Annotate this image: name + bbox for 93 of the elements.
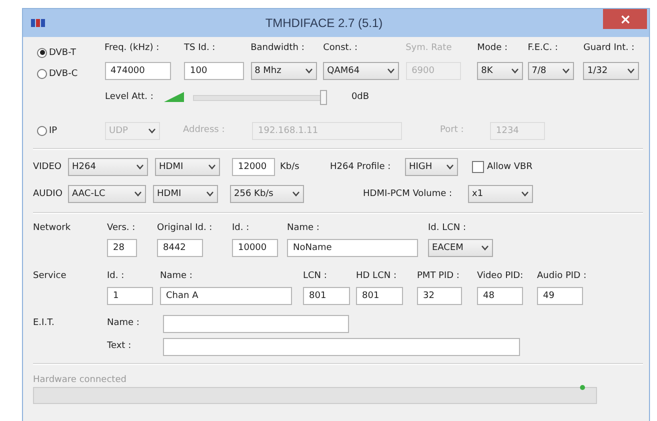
field-label: HD LCN : (356, 270, 398, 283)
window-title: TMHDIFACE 2.7 (5.1) (264, 16, 384, 30)
caret-icon (387, 68, 396, 74)
radio-dot[interactable] (37, 48, 47, 58)
text-field[interactable]: NoName (287, 239, 418, 257)
close-button[interactable] (603, 9, 647, 29)
radio-button[interactable]: DVB-C (33, 67, 105, 80)
dropdown[interactable]: x1 (468, 185, 533, 203)
field-label: Address : (183, 124, 226, 137)
text-field[interactable] (163, 338, 520, 356)
dropdown[interactable]: EACEM (428, 239, 493, 257)
field-label: Name : (107, 317, 140, 330)
text-field[interactable]: 1 (107, 287, 153, 305)
field-label: PMT PID : (417, 270, 460, 283)
text-field[interactable]: 801 (303, 287, 350, 305)
field-label: Name : (160, 270, 194, 283)
text-field[interactable]: 801 (356, 287, 403, 305)
dropdown[interactable]: 8 Mhz (250, 62, 317, 80)
caret-icon (304, 68, 313, 74)
section-label: E.I.T. (33, 317, 56, 330)
section-label: Service (33, 270, 68, 283)
field-label: Freq. (kHz) : (104, 42, 160, 55)
text-field[interactable]: Chan A (160, 287, 292, 305)
field-label: Sym. Rate (406, 42, 453, 55)
text-field[interactable]: 10000 (232, 239, 278, 257)
dropdown[interactable]: 1/32 (583, 62, 640, 80)
field-label: Mode : (477, 42, 509, 55)
radio-button[interactable]: IP (33, 124, 58, 137)
field-label: Bandwidth : (250, 42, 306, 55)
field-label: Text : (107, 340, 132, 353)
caret-icon (446, 164, 454, 170)
field-label: Audio PID : (537, 270, 588, 283)
caret-icon (292, 191, 300, 197)
field-label: Video PID: (477, 270, 524, 283)
field-label: Id. LCN : (428, 222, 468, 235)
caret-icon (521, 191, 529, 197)
dropdown[interactable]: AAC-LC (68, 185, 146, 203)
field-label: Id. : (107, 270, 126, 283)
caret-icon (148, 128, 156, 134)
radio-button[interactable]: DVB-T (33, 46, 105, 59)
status-text: Hardware connected (33, 375, 128, 385)
slider[interactable] (193, 90, 328, 104)
section-label: Network (33, 222, 72, 235)
allow-vbr-checkbox[interactable]: Allow VBR (472, 161, 532, 173)
radio-dot[interactable] (37, 126, 47, 136)
dropdown[interactable]: 7/8 (528, 62, 574, 80)
field-label: Port : (440, 124, 465, 137)
text-field[interactable]: 8442 (157, 239, 203, 257)
row-label: VIDEO (33, 162, 63, 172)
field-label: Original Id. : (157, 222, 214, 235)
text-field[interactable]: 12000 (232, 158, 275, 176)
field-label: F.E.C. : (528, 42, 559, 55)
caret-icon (481, 245, 489, 251)
field-label: Level Att. : (105, 90, 154, 104)
caret-icon (511, 68, 520, 74)
caret-icon (136, 164, 144, 170)
dropdown[interactable]: HDMI (153, 185, 218, 203)
field-label: LCN : (303, 270, 328, 283)
field-label: HDMI-PCM Volume : (363, 188, 454, 200)
text-field[interactable]: 474000 (104, 62, 171, 80)
field-label: H264 Profile : (330, 160, 392, 174)
field-label: TS Id. : (184, 42, 216, 55)
slider-thumb[interactable] (320, 90, 328, 104)
app-icon (31, 18, 45, 28)
field-label: Id. : (232, 222, 250, 235)
row-label: AUDIO (33, 189, 64, 199)
field-label: Name : (287, 222, 320, 235)
dropdown[interactable]: QAM64 (323, 62, 400, 80)
signal-wedge-icon (163, 91, 186, 103)
slider-reading: 0dB (351, 92, 370, 102)
caret-icon (134, 191, 142, 197)
dropdown[interactable]: 8K (477, 62, 524, 80)
caret-icon (562, 68, 570, 74)
dropdown[interactable]: 256 Kb/s (230, 185, 304, 203)
field-label: Const. : (323, 42, 359, 55)
caret-icon (208, 164, 216, 170)
unit-label: Kb/s (280, 160, 300, 174)
close-icon (620, 14, 630, 24)
field-label: Vers. : (107, 222, 136, 235)
text-field[interactable]: 48 (477, 287, 523, 305)
caret-icon (206, 191, 214, 197)
caret-icon (627, 68, 636, 74)
text-field[interactable]: 49 (537, 287, 583, 305)
text-field[interactable]: 32 (417, 287, 462, 305)
text-field[interactable]: 28 (107, 239, 137, 257)
dropdown[interactable]: HIGH (405, 158, 458, 176)
radio-dot[interactable] (37, 68, 47, 78)
dropdown[interactable]: HDMI (155, 158, 220, 176)
field-label: Guard Int. : (583, 42, 636, 55)
text-field[interactable] (163, 314, 349, 332)
text-field[interactable]: 100 (184, 62, 244, 80)
checkbox[interactable] (472, 161, 484, 173)
dropdown[interactable]: H264 (68, 158, 148, 176)
